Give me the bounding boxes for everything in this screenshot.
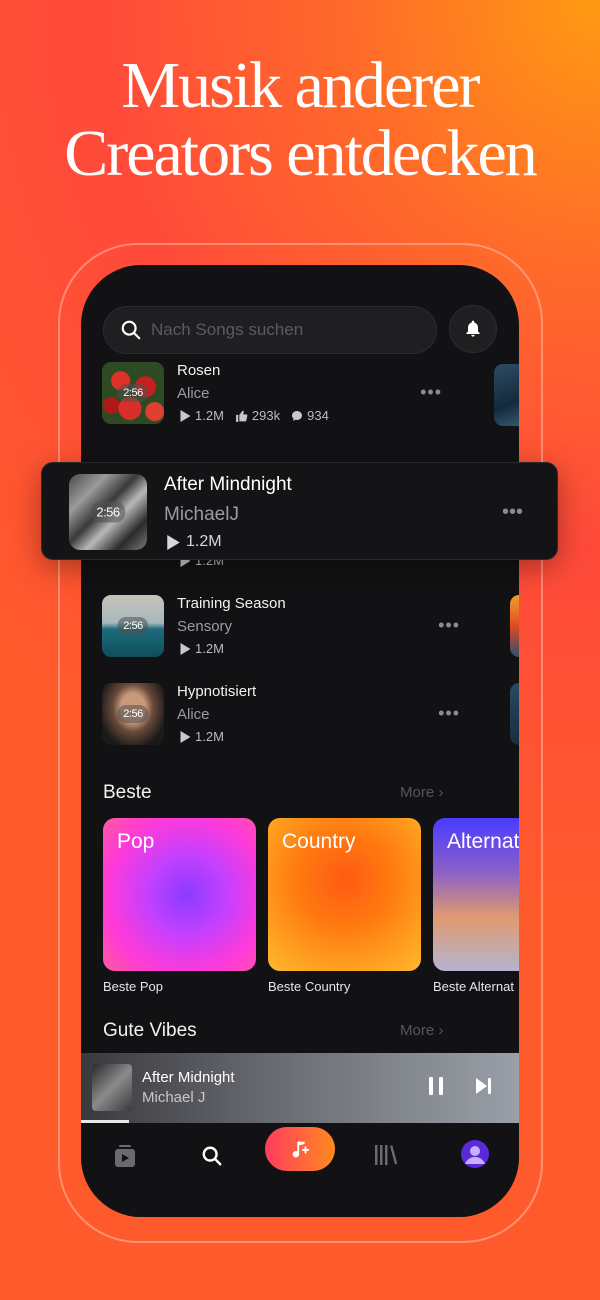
- song-stats: 1.2M: [180, 729, 230, 744]
- song-stats: 1.2M 293k 934: [180, 408, 335, 423]
- genre-caption: Beste Pop: [103, 979, 163, 994]
- comment-count: 934: [307, 408, 329, 423]
- featured-title: After Mindnight: [164, 474, 292, 495]
- featured-artist: MichaelJ: [164, 504, 239, 525]
- more-label: More: [400, 1022, 435, 1039]
- create-icon: [292, 1141, 310, 1158]
- section-title-gute-vibes: Gute Vibes: [103, 1020, 197, 1041]
- feed-icon: [115, 1145, 135, 1167]
- song-artist: Alice: [177, 706, 210, 723]
- more-options-button[interactable]: •••: [502, 501, 523, 524]
- genre-card-alternative[interactable]: Alternat: [433, 818, 519, 971]
- notifications-button[interactable]: [449, 305, 497, 353]
- phone-screen: Nach Songs suchen 2:56 Rosen Alice 1.2M …: [81, 265, 519, 1217]
- headline-line-2: Creators entdecken: [64, 117, 538, 190]
- duration-badge: 2:56: [90, 501, 126, 523]
- nav-profile[interactable]: [461, 1140, 489, 1168]
- next-column-artwork: [510, 595, 519, 657]
- pause-button[interactable]: [429, 1077, 443, 1100]
- duration-badge: 2:56: [117, 617, 149, 635]
- song-title: Hypnotisiert: [177, 683, 257, 700]
- song-title: Rosen: [177, 362, 221, 379]
- next-column-artwork: [510, 683, 519, 745]
- player-artist: Michael J: [142, 1089, 206, 1106]
- genre-card-country[interactable]: Country: [268, 818, 421, 971]
- next-column-artwork: [494, 364, 519, 426]
- duration-badge: 2:56: [117, 384, 149, 402]
- song-artwork: 2:56: [102, 595, 164, 657]
- headline-line-1: Musik anderer: [121, 49, 480, 122]
- skip-next-icon: [476, 1078, 491, 1094]
- song-row[interactable]: 2:56 Rosen Alice 1.2M 293k 934 •••: [102, 362, 502, 426]
- nav-create[interactable]: [265, 1127, 335, 1171]
- play-count: 1.2M: [195, 641, 224, 656]
- genre-label: Pop: [117, 830, 155, 853]
- play-count: 1.2M: [195, 408, 224, 423]
- play-count-icon: [167, 534, 180, 550]
- genre-label: Alternat: [447, 830, 519, 853]
- more-label: More: [400, 784, 435, 801]
- genre-caption: Beste Alternat: [433, 979, 514, 994]
- library-icon: [375, 1145, 397, 1165]
- genre-caption: Beste Country: [268, 979, 351, 994]
- thumbs-up-icon: [235, 410, 248, 422]
- more-options-button[interactable]: •••: [420, 382, 442, 403]
- song-artwork: 2:56: [102, 683, 164, 745]
- play-count-icon: [180, 642, 191, 655]
- play-count: 1.2M: [195, 729, 224, 744]
- skip-next-button[interactable]: [475, 1077, 493, 1100]
- play-count: 1.2M: [186, 533, 222, 550]
- mini-player[interactable]: After Midnight Michael J: [81, 1053, 519, 1123]
- genre-label: Country: [282, 830, 356, 853]
- headline: Musik anderer Creators entdecken: [0, 52, 600, 188]
- section-title-beste: Beste: [103, 782, 152, 803]
- nav-search[interactable]: [201, 1145, 223, 1167]
- search-icon: [202, 1146, 222, 1166]
- player-artwork: [92, 1064, 132, 1111]
- duration-badge: 2:56: [117, 705, 149, 723]
- featured-stats: 1.2M: [167, 533, 222, 551]
- profile-icon: [461, 1140, 489, 1168]
- more-options-button[interactable]: •••: [438, 615, 460, 636]
- search-icon: [121, 320, 141, 340]
- comment-icon: [292, 410, 303, 421]
- pause-icon: [429, 1077, 443, 1095]
- like-count: 293k: [251, 408, 281, 423]
- song-artist: Sensory: [177, 618, 233, 635]
- featured-song-card[interactable]: 2:56 After Mindnight MichaelJ 1.2M •••: [41, 462, 558, 560]
- featured-artwork: 2:56: [69, 474, 147, 550]
- search-placeholder: Nach Songs suchen: [151, 320, 304, 339]
- player-title: After Midnight: [142, 1069, 235, 1086]
- song-stats: 1.2M: [180, 641, 230, 656]
- play-count-icon: [180, 730, 191, 743]
- song-row[interactable]: 2:56 Hypnotisiert Alice 1.2M •••: [102, 683, 502, 747]
- beste-more-link[interactable]: More ›: [400, 784, 443, 801]
- song-row[interactable]: 2:56 Training Season Sensory 1.2M •••: [102, 595, 502, 659]
- genre-card-pop[interactable]: Pop: [103, 818, 256, 971]
- song-title: Training Season: [177, 595, 286, 612]
- bottom-nav: [81, 1123, 519, 1217]
- more-options-button[interactable]: •••: [438, 703, 460, 724]
- nav-library[interactable]: [375, 1145, 397, 1165]
- play-count-icon: [180, 409, 191, 422]
- gute-vibes-more-link[interactable]: More ›: [400, 1022, 443, 1039]
- song-artist: Alice: [177, 385, 210, 402]
- song-artwork: 2:56: [102, 362, 164, 424]
- search-input[interactable]: Nach Songs suchen: [103, 306, 437, 354]
- bell-icon: [466, 320, 480, 337]
- nav-feed[interactable]: [115, 1145, 135, 1167]
